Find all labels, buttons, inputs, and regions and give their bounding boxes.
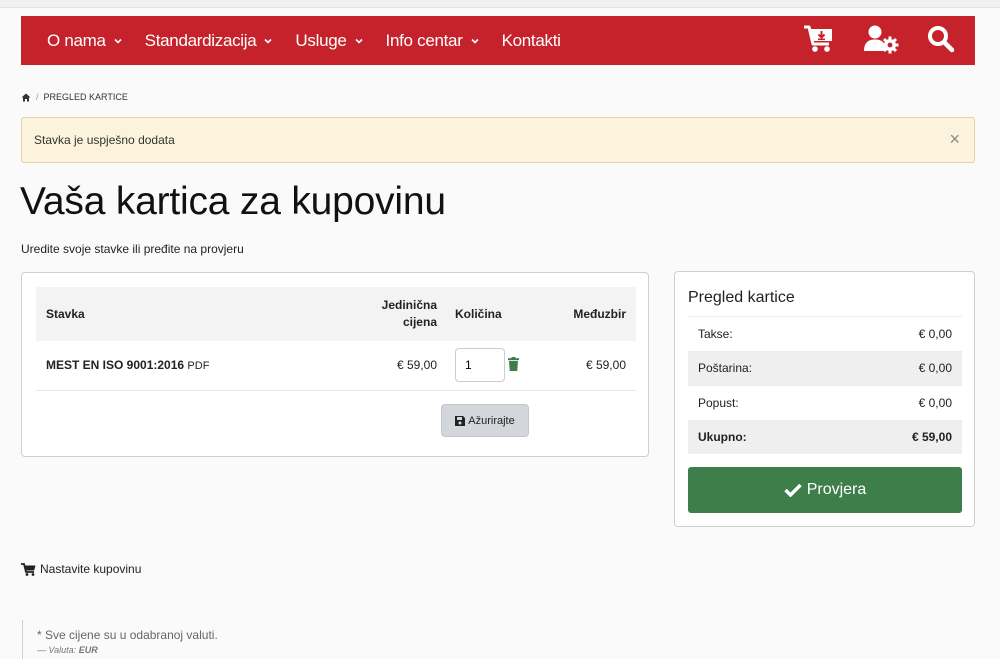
nav-item-label: Usluge [295,30,347,50]
item-format: PDF [187,360,210,373]
item-name: MEST EN ISO 9001:2016 [46,358,185,373]
quantity-input[interactable] [455,348,505,383]
cell-quantity [440,341,506,391]
cell-subtotal: € 59,00 [536,341,636,391]
main-navbar: O nama Standardizacija Usluge Info centa… [21,16,975,65]
home-icon[interactable] [21,93,31,102]
chevron-down-icon [471,38,479,44]
page-subtitle: Uredite svoje stavke ili pređite na prov… [21,242,244,256]
cell-delete [506,341,536,391]
page-title: Vaša kartica za kupovinu [20,180,446,223]
nav-item-standardizacija[interactable]: Standardizacija [145,31,274,51]
header-subtotal: Međuzbir [536,287,636,341]
breadcrumb: / PREGLED KARTICE [21,92,128,102]
breadcrumb-current: PREGLED KARTICE [43,92,128,102]
check-icon [783,483,802,497]
nav-item-label: Standardizacija [144,30,257,50]
user-settings-icon[interactable] [863,24,899,54]
save-icon [455,415,466,426]
currency-footnote: * Sve cijene su u odabranoj valuti. — Va… [22,620,218,659]
cell-unit-price: € 59,00 [341,341,440,391]
continue-shopping-link[interactable]: Nastavite kupovinu [21,562,141,576]
chevron-down-icon [264,38,272,44]
table-row: MEST EN ISO 9001:2016 PDF € 59,00 € 59,0… [36,341,636,391]
header-unit-price: Jedinična cijena [341,287,440,341]
nav-item-info-centar[interactable]: Info centar [386,31,480,51]
currency-code: EUR [78,645,98,655]
summary-row-popust: Popust: € 0,00 [688,385,962,420]
checkout-button[interactable]: Provjera [688,467,962,513]
nav-item-o-nama[interactable]: O nama [47,31,123,51]
cart-summary-panel: Pregled kartice Takse: € 0,00 Poštarina:… [674,271,975,527]
nav-item-usluge[interactable]: Usluge [295,31,363,51]
close-icon[interactable]: × [949,130,960,148]
checkout-label: Provjera [806,481,867,498]
update-label: Ažurirajte [468,414,515,427]
table-header-row: Stavka Jedinična cijena Količina Međuzbi… [36,287,636,341]
summary-title: Pregled kartice [688,289,795,306]
summary-row-total: Ukupno: € 59,00 [688,419,962,454]
nav-item-kontakti[interactable]: Kontakti [502,31,561,51]
nav-item-label: Kontakti [501,30,561,50]
header-item: Stavka [36,287,341,341]
nav-item-label: Info centar [385,30,463,50]
cart-panel: Stavka Jedinična cijena Količina Međuzbi… [21,272,649,457]
alert-message: Stavka je uspješno dodata [34,133,175,147]
cell-item: MEST EN ISO 9001:2016 PDF [36,341,341,391]
top-strip [0,0,1000,8]
cart-table: Stavka Jedinična cijena Količina Međuzbi… [36,287,636,391]
header-quantity: Količina [440,287,506,341]
nav-icons [775,24,955,54]
footnote-text: * Sve cijene su u odabranoj valuti. [37,628,218,642]
summary-row-postarina: Poštarina: € 0,00 [688,350,962,385]
update-button[interactable]: Ažurirajte [441,404,529,437]
trash-icon[interactable] [508,356,519,371]
nav-item-label: O nama [47,30,106,50]
success-alert: Stavka je uspješno dodata × [21,117,975,163]
cart-download-icon[interactable] [803,24,835,54]
chevron-down-icon [114,38,122,44]
search-icon[interactable] [927,25,955,53]
chevron-down-icon [354,38,363,44]
cart-icon [21,562,36,576]
summary-row-takse: Takse: € 0,00 [688,316,962,351]
continue-label: Nastavite kupovinu [40,562,142,576]
summary-rows: Takse: € 0,00 Poštarina: € 0,00 Popust: … [688,316,962,454]
currency-line: — Valuta: EUR [37,645,98,655]
